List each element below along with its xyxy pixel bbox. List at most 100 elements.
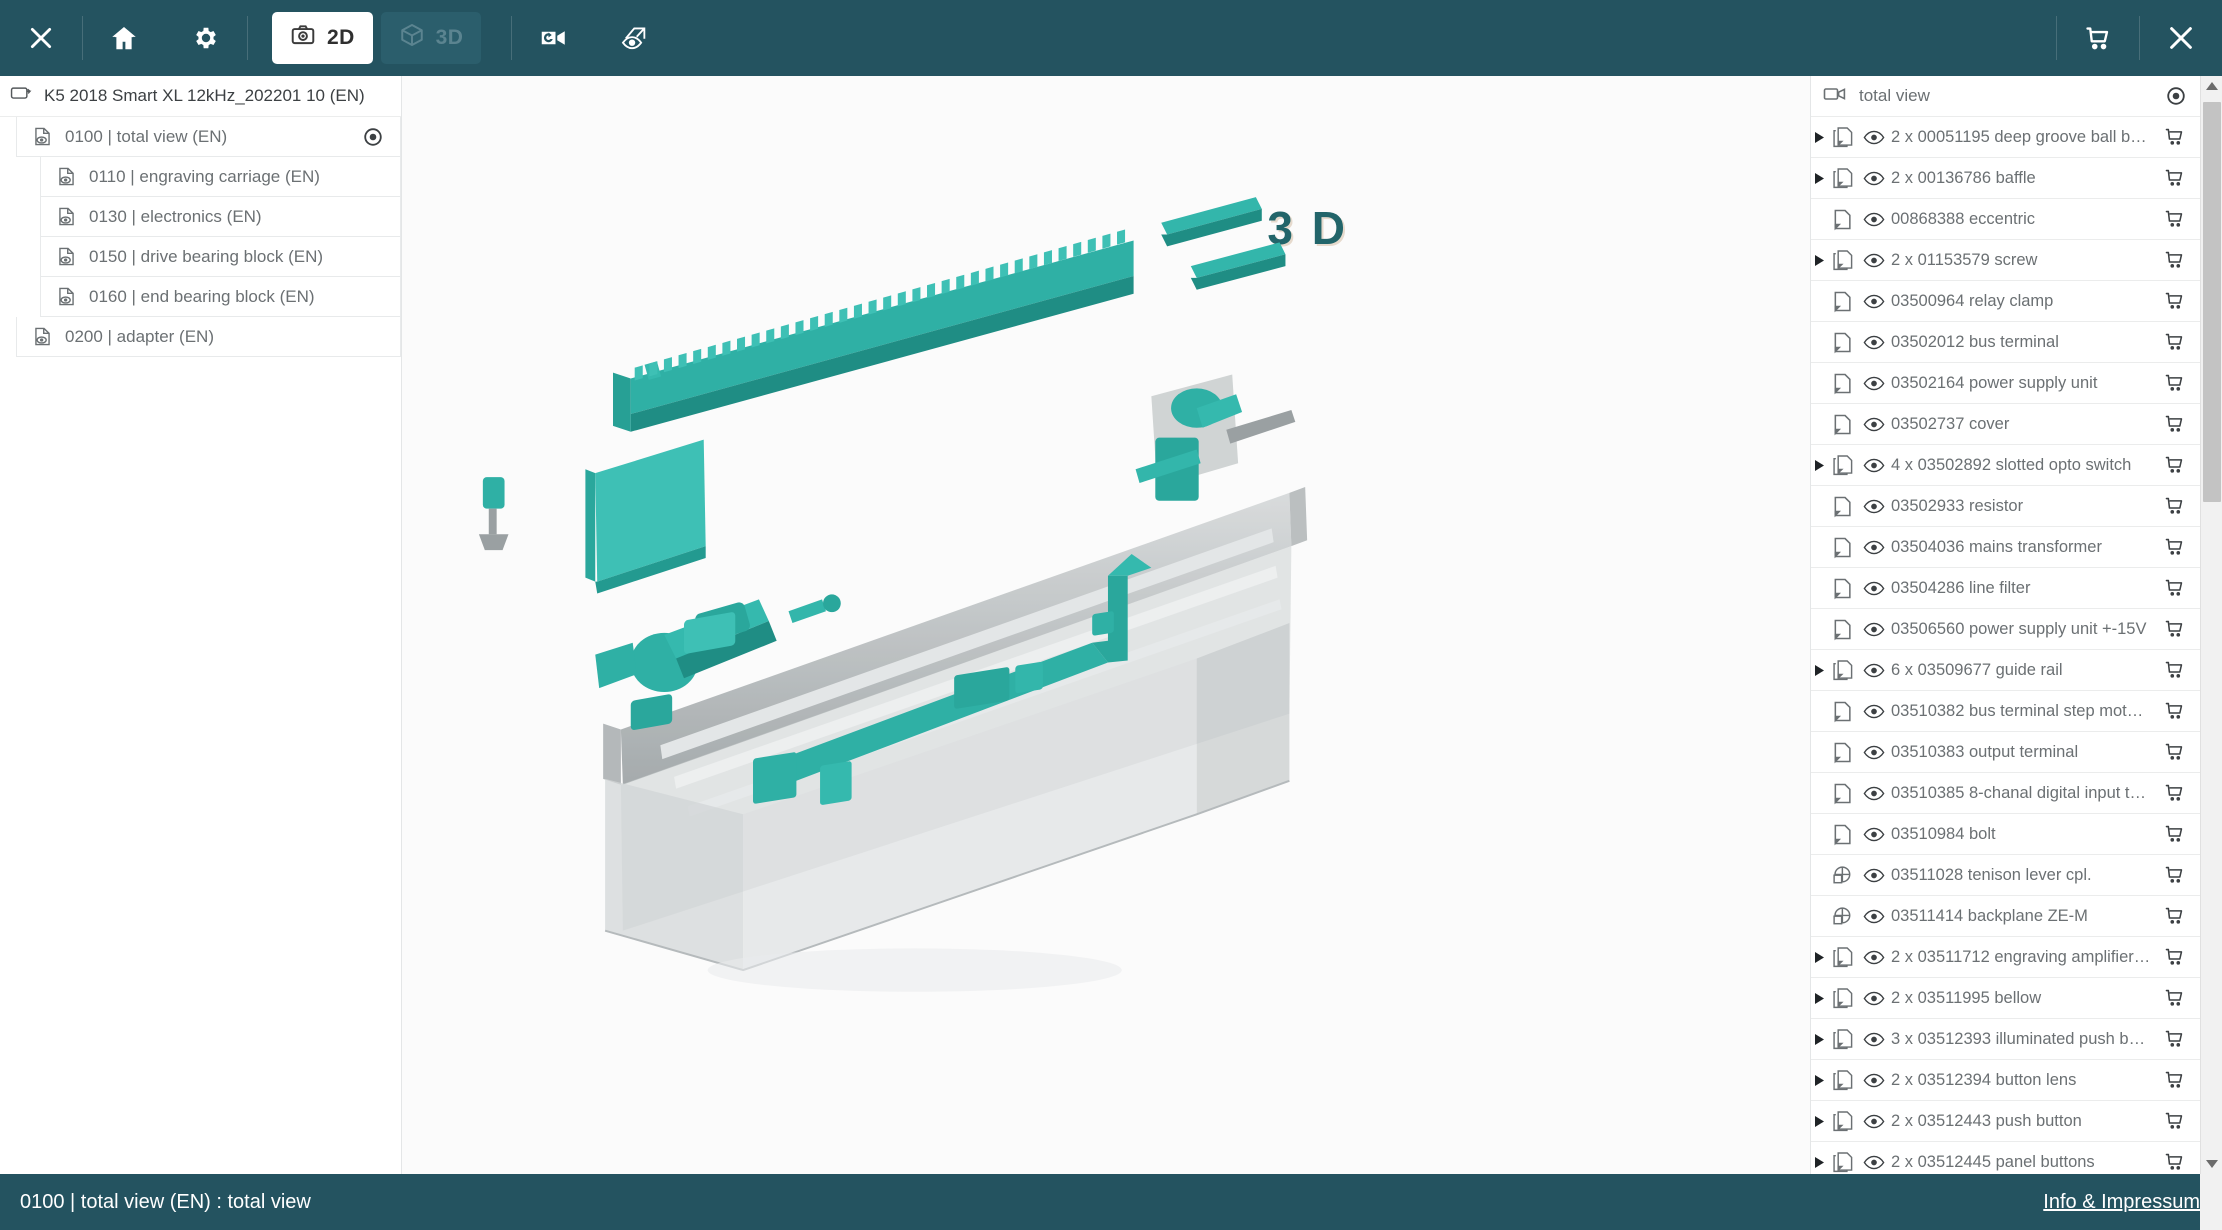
part-row[interactable]: 03502012 bus terminal xyxy=(1811,322,2200,363)
part-row[interactable]: 2 x 00051195 deep groove ball bearing xyxy=(1811,117,2200,158)
eye-icon[interactable] xyxy=(1857,212,1891,227)
scroll-down-arrow[interactable] xyxy=(2201,1154,2222,1174)
close-button[interactable] xyxy=(0,0,82,76)
part-row[interactable]: 03511028 tenison lever cpl. xyxy=(1811,855,2200,896)
page-icon[interactable] xyxy=(1827,495,1857,518)
mode-3d-button[interactable]: 3D xyxy=(380,12,482,64)
tree-item-4[interactable]: 0160 | end bearing block (EN) xyxy=(40,277,401,317)
tree-item-0[interactable]: 0100 | total view (EN) xyxy=(16,117,401,157)
cart-icon[interactable] xyxy=(2158,332,2192,352)
multi-page-icon[interactable] xyxy=(1827,1068,1857,1092)
visibility-eye-button[interactable] xyxy=(594,0,676,76)
eye-icon[interactable] xyxy=(1857,745,1891,760)
multi-page-icon[interactable] xyxy=(1827,453,1857,477)
eye-icon[interactable] xyxy=(1857,909,1891,924)
page-icon[interactable] xyxy=(1827,290,1857,313)
model-viewport[interactable]: 3 D xyxy=(402,76,1810,1174)
part-row[interactable]: 2 x 01153579 screw xyxy=(1811,240,2200,281)
mode-2d-button[interactable]: 2D xyxy=(272,12,373,64)
eye-icon[interactable] xyxy=(1857,253,1891,268)
cart-icon[interactable] xyxy=(2158,168,2192,188)
cart-icon[interactable] xyxy=(2158,988,2192,1008)
part-row[interactable]: 03504036 mains transformer xyxy=(1811,527,2200,568)
eye-icon[interactable] xyxy=(1857,417,1891,432)
eye-icon[interactable] xyxy=(1857,540,1891,555)
eye-icon[interactable] xyxy=(1857,458,1891,473)
cart-button[interactable] xyxy=(2057,0,2139,76)
reset-camera-button[interactable] xyxy=(512,0,594,76)
page-icon[interactable] xyxy=(1827,700,1857,723)
cart-icon[interactable] xyxy=(2158,1029,2192,1049)
settings-gear-button[interactable] xyxy=(165,0,247,76)
eye-icon[interactable] xyxy=(1857,704,1891,719)
tree-item-3[interactable]: 0150 | drive bearing block (EN) xyxy=(40,237,401,277)
cart-icon[interactable] xyxy=(2158,742,2192,762)
multi-page-icon[interactable] xyxy=(1827,248,1857,272)
eye-icon[interactable] xyxy=(1857,827,1891,842)
page-icon[interactable] xyxy=(1827,208,1857,231)
eye-icon[interactable] xyxy=(1857,1114,1891,1129)
scrollbar-track[interactable] xyxy=(2201,96,2222,1154)
expand-arrow-icon[interactable] xyxy=(1811,1115,1827,1127)
part-row[interactable]: 2 x 03512445 panel buttons xyxy=(1811,1142,2200,1174)
cart-icon[interactable] xyxy=(2158,947,2192,967)
part-row[interactable]: 03511414 backplane ZE-M xyxy=(1811,896,2200,937)
eye-icon[interactable] xyxy=(1857,786,1891,801)
page-icon[interactable] xyxy=(1827,782,1857,805)
info-impressum-link[interactable]: Info & Impressum xyxy=(2043,1191,2200,1213)
expand-arrow-icon[interactable] xyxy=(1811,664,1827,676)
page-icon[interactable] xyxy=(1827,372,1857,395)
page-icon[interactable] xyxy=(1827,577,1857,600)
cart-icon[interactable] xyxy=(2158,619,2192,639)
cart-icon[interactable] xyxy=(2158,783,2192,803)
eye-icon[interactable] xyxy=(1857,294,1891,309)
expand-arrow-icon[interactable] xyxy=(1811,992,1827,1004)
scrollbar-thumb[interactable] xyxy=(2203,102,2221,502)
cart-icon[interactable] xyxy=(2158,250,2192,270)
multi-page-icon[interactable] xyxy=(1827,1150,1857,1174)
expand-arrow-icon[interactable] xyxy=(1811,1033,1827,1045)
cart-icon[interactable] xyxy=(2158,865,2192,885)
tree-root-item[interactable]: K5 2018 Smart XL 12kHz_202201 10 (EN) xyxy=(0,76,401,117)
expand-arrow-icon[interactable] xyxy=(1811,1074,1827,1086)
part-row[interactable]: 03510382 bus terminal step motor dr… xyxy=(1811,691,2200,732)
cart-icon[interactable] xyxy=(2158,1070,2192,1090)
scroll-up-arrow[interactable] xyxy=(2201,76,2222,96)
eye-icon[interactable] xyxy=(1857,130,1891,145)
part-row[interactable]: 4 x 03502892 slotted opto switch xyxy=(1811,445,2200,486)
expand-arrow-icon[interactable] xyxy=(1811,1156,1827,1168)
multi-page-icon[interactable] xyxy=(1827,658,1857,682)
cart-icon[interactable] xyxy=(2158,537,2192,557)
multi-page-icon[interactable] xyxy=(1827,125,1857,149)
part-row[interactable]: 03502737 cover xyxy=(1811,404,2200,445)
expand-arrow-icon[interactable] xyxy=(1811,459,1827,471)
eye-icon[interactable] xyxy=(1857,499,1891,514)
expand-arrow-icon[interactable] xyxy=(1811,172,1827,184)
parts-scrollbar[interactable] xyxy=(2200,76,2222,1174)
exit-button[interactable] xyxy=(2140,0,2222,76)
eye-icon[interactable] xyxy=(1857,1032,1891,1047)
page-icon[interactable] xyxy=(1827,741,1857,764)
parts-list-header[interactable]: total view xyxy=(1811,76,2200,117)
parts-list[interactable]: 2 x 00051195 deep groove ball bearing 2 … xyxy=(1811,117,2200,1174)
part-row[interactable]: 03500964 relay clamp xyxy=(1811,281,2200,322)
cart-icon[interactable] xyxy=(2158,906,2192,926)
eye-icon[interactable] xyxy=(1857,376,1891,391)
tree-item-2[interactable]: 0130 | electronics (EN) xyxy=(40,197,401,237)
tree-item-5[interactable]: 0200 | adapter (EN) xyxy=(16,317,401,357)
cart-icon[interactable] xyxy=(2158,824,2192,844)
part-row[interactable]: 03502933 resistor xyxy=(1811,486,2200,527)
part-row[interactable]: 03510984 bolt xyxy=(1811,814,2200,855)
part-row[interactable]: 03510383 output terminal xyxy=(1811,732,2200,773)
assembly-icon[interactable] xyxy=(1827,905,1857,927)
part-row[interactable]: 03510385 8-chanal digital input termi… xyxy=(1811,773,2200,814)
eye-icon[interactable] xyxy=(1857,335,1891,350)
multi-page-icon[interactable] xyxy=(1827,945,1857,969)
page-icon[interactable] xyxy=(1827,536,1857,559)
eye-icon[interactable] xyxy=(1857,171,1891,186)
part-row[interactable]: 2 x 03512443 push button xyxy=(1811,1101,2200,1142)
part-row[interactable]: 2 x 03512394 button lens xyxy=(1811,1060,2200,1101)
eye-icon[interactable] xyxy=(1857,663,1891,678)
multi-page-icon[interactable] xyxy=(1827,1027,1857,1051)
eye-icon[interactable] xyxy=(1857,622,1891,637)
